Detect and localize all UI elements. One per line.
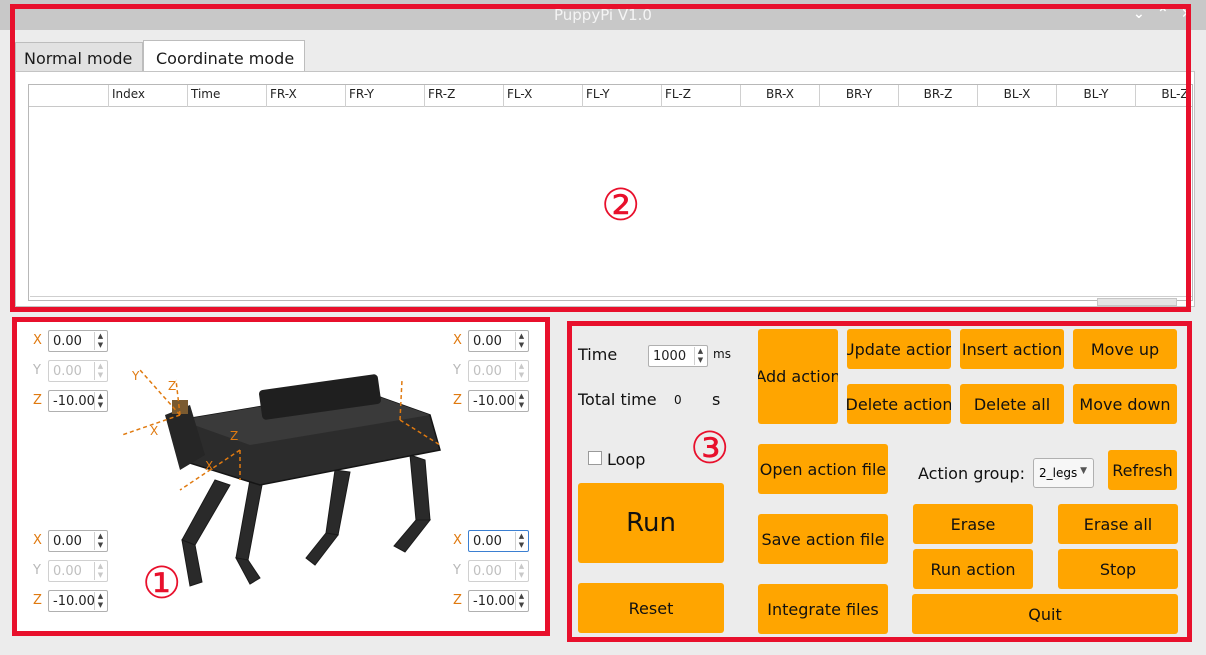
annotation-marker-2: ②: [601, 180, 641, 231]
annotation-marker-1: ①: [142, 558, 182, 609]
annotation-box-legs: [12, 317, 550, 636]
annotation-box-controls: [567, 321, 1192, 642]
annotation-box-table: [10, 4, 1191, 312]
annotation-marker-3: ③: [690, 423, 730, 474]
